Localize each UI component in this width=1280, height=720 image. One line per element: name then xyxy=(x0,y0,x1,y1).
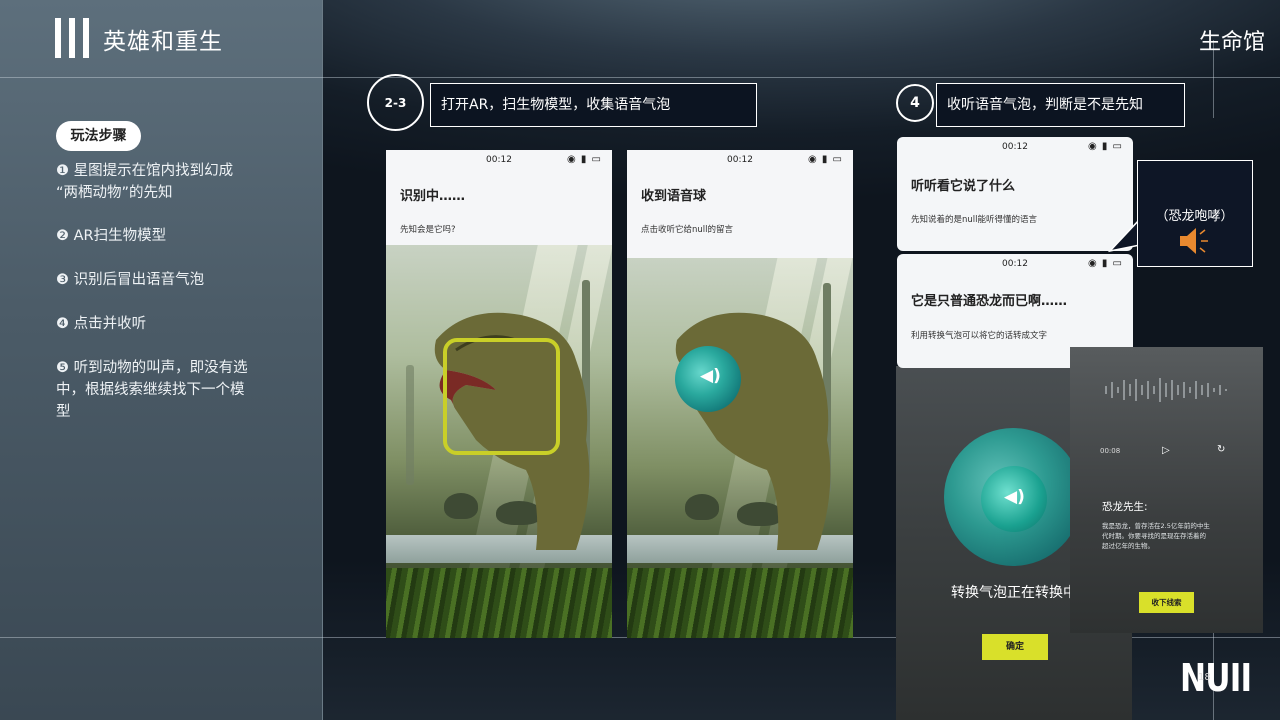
step-5-line1: ❺ 听到动物的叫声，即没有选 xyxy=(56,360,248,376)
replay-icon[interactable]: ↻ xyxy=(1217,444,1225,455)
popup-pointer xyxy=(1108,217,1140,253)
player-time: 00:08 xyxy=(1100,447,1121,455)
speaker-orange-icon[interactable] xyxy=(1178,226,1212,256)
phone-screen-received: 00:12 ◉ ▮ ▭ 收到语音球 点击收听它给null的留言 ◀) xyxy=(627,150,853,638)
status-bar: 00:12 ◉ ▮ ▭ xyxy=(897,254,1133,276)
phone-screen-scanning: 00:12 ◉ ▮ ▭ 识别中…… 先知会是它吗? xyxy=(386,150,612,638)
step-4: ❹ 点击并收听 xyxy=(56,313,286,335)
step-5-line2: 中，根据线索继续找下一个模 xyxy=(56,382,245,398)
roar-popup: （恐龙咆哮） xyxy=(1137,160,1253,267)
ar-scan-frame xyxy=(443,338,560,455)
waveform-icon xyxy=(1105,378,1227,402)
step-5: ❺ 听到动物的叫声，即没有选 中，根据线索继续找下一个模 型 xyxy=(56,357,286,423)
trex-model xyxy=(675,312,831,550)
roar-label: （恐龙咆哮） xyxy=(1155,209,1234,224)
ar-camera-view xyxy=(386,245,612,638)
signal-battery-icon: ◉ ▮ ▭ xyxy=(1087,258,1123,269)
page-number: 18 xyxy=(1198,672,1211,683)
sidebar: 英雄和重生 玩法步骤 ❶ 星图提示在馆内找到幻成 “两栖动物”的先知 ❷ AR扫… xyxy=(0,0,323,720)
transcript-line2: 代时期。你要寻找的是现在存活着的 xyxy=(1102,532,1206,540)
brand-logo: NUII xyxy=(1180,656,1252,700)
hall-title: 生命馆 xyxy=(1198,30,1265,55)
status-bar: 00:12 ◉ ▮ ▭ xyxy=(897,137,1133,159)
step-4-line1: ❹ 点击并收听 xyxy=(56,316,147,332)
speaker-icon: ◀) xyxy=(1004,487,1025,507)
speaker-icon: ◀) xyxy=(700,366,721,386)
step-badge-2-3: 2-3 xyxy=(367,74,424,131)
signal-battery-icon: ◉ ▮ ▭ xyxy=(566,154,602,165)
audio-player-screen: 00:08 ▷ ↻ 恐龙先生: 我是恐龙，曾存活在2.5亿年前的中生 代时期。你… xyxy=(1070,347,1263,633)
status-bar: 00:12 ◉ ▮ ▭ xyxy=(627,150,853,172)
accept-clue-button[interactable]: 收下线索 xyxy=(1139,592,1194,613)
phone1-title: 识别中…… xyxy=(400,189,466,204)
step-3: ❸ 识别后冒出语音气泡 xyxy=(56,269,286,291)
card3-subtitle: 先知说着的是null能听得懂的语言 xyxy=(911,215,1037,225)
phone2-subtitle: 点击收听它给null的留言 xyxy=(641,225,733,235)
step-1: ❶ 星图提示在馆内找到幻成 “两栖动物”的先知 xyxy=(56,160,286,204)
steps-chip: 玩法步骤 xyxy=(56,121,141,151)
step-2-line1: ❷ AR扫生物模型 xyxy=(56,228,167,244)
step-badge-4: 4 xyxy=(896,84,934,122)
card4-subtitle: 利用转换气泡可以将它的话转成文字 xyxy=(911,331,1048,341)
card3-title: 听听看它说了什么 xyxy=(911,179,1016,194)
ar-camera-view: ◀) xyxy=(627,258,853,638)
transcript: 我是恐龙，曾存活在2.5亿年前的中生 代时期。你要寻找的是现在存活着的 超过亿年… xyxy=(1102,521,1242,551)
phone2-title: 收到语音球 xyxy=(641,189,707,204)
transcript-line3: 超过亿年的生物。 xyxy=(1102,542,1154,550)
confirm-button[interactable]: 确定 xyxy=(982,634,1048,660)
logo-bars-icon xyxy=(55,18,89,58)
step-1-line2: “两栖动物”的先知 xyxy=(56,185,173,201)
signal-battery-icon: ◉ ▮ ▭ xyxy=(1087,141,1123,152)
phone1-subtitle: 先知会是它吗? xyxy=(400,225,456,235)
step-3-line1: ❸ 识别后冒出语音气泡 xyxy=(56,272,205,288)
section1-caption: 打开AR，扫生物模型，收集语音气泡 xyxy=(430,83,757,127)
signal-battery-icon: ◉ ▮ ▭ xyxy=(807,154,843,165)
step-5-line3: 型 xyxy=(56,404,71,420)
divider-top xyxy=(0,77,1280,78)
speaker-name: 恐龙先生: xyxy=(1102,501,1148,513)
status-bar: 00:12 ◉ ▮ ▭ xyxy=(386,150,612,172)
transcript-line1: 我是恐龙，曾存活在2.5亿年前的中生 xyxy=(1102,522,1210,530)
play-icon[interactable]: ▷ xyxy=(1162,445,1170,456)
card4-title: 它是只普通恐龙而已啊…… xyxy=(911,294,1068,309)
step-1-line1: ❶ 星图提示在馆内找到幻成 xyxy=(56,163,234,179)
section2-caption: 收听语音气泡，判断是不是先知 xyxy=(936,83,1185,127)
page-title: 英雄和重生 xyxy=(103,29,223,55)
step-2: ❷ AR扫生物模型 xyxy=(56,225,286,247)
listen-card: 00:12 ◉ ▮ ▭ 听听看它说了什么 先知说着的是null能听得懂的语言 xyxy=(897,137,1133,251)
